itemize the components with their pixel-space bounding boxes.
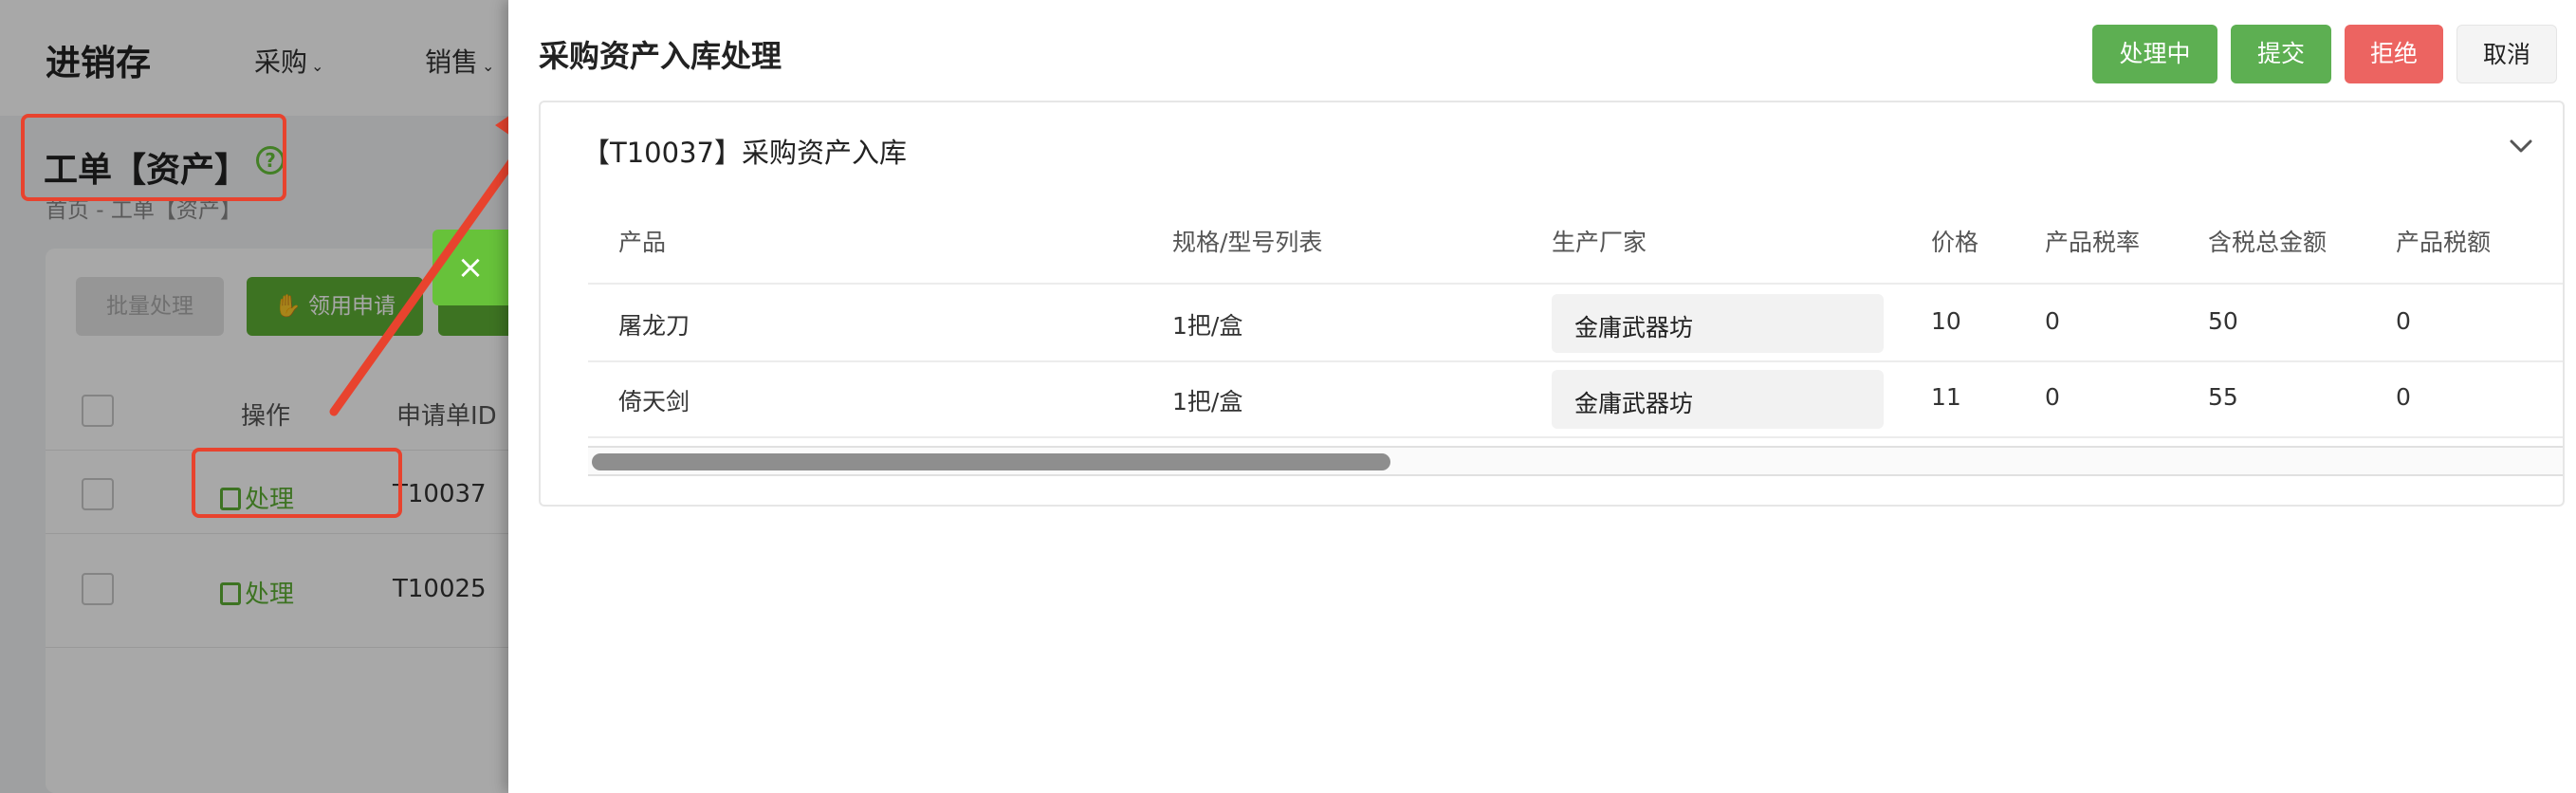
cell-price: 11 (1931, 383, 1961, 411)
drawer-title: 采购资产入库处理 (539, 38, 782, 74)
cell-tax: 0 (2396, 383, 2411, 411)
cell-price: 10 (1931, 307, 1961, 335)
column-price: 价格 (1931, 229, 1979, 256)
cell-spec: 1把/盒 (1172, 312, 1243, 340)
cell-total: 55 (2208, 383, 2238, 411)
cell-tax-rate: 0 (2045, 307, 2060, 335)
cell-product: 倚天剑 (618, 388, 690, 415)
submit-button[interactable]: 提交 (2231, 25, 2331, 83)
column-product: 产品 (618, 229, 667, 256)
horizontal-scrollbar[interactable] (588, 446, 2563, 476)
column-maker: 生产厂家 (1552, 229, 1647, 256)
column-total: 含税总金额 (2208, 229, 2328, 256)
process-drawer: 采购资产入库处理 处理中 提交 拒绝 取消 【T10037】采购资产入库 产品 … (508, 0, 2576, 793)
cell-tax: 0 (2396, 307, 2411, 335)
panel-title: 【T10037】采购资产入库 (582, 137, 907, 169)
cancel-button[interactable]: 取消 (2456, 25, 2557, 83)
maker-field: 金庸武器坊 (1552, 294, 1884, 353)
cell-spec: 1把/盒 (1172, 388, 1243, 415)
order-panel: 【T10037】采购资产入库 产品 规格/型号列表 生产厂家 价格 产品税率 含… (539, 101, 2565, 507)
maker-field: 金庸武器坊 (1552, 370, 1884, 429)
cell-total: 50 (2208, 307, 2238, 335)
column-tax-rate: 产品税率 (2045, 229, 2141, 256)
column-spec: 规格/型号列表 (1172, 229, 1323, 256)
column-tax: 产品税额 (2396, 229, 2492, 256)
scrollbar-thumb[interactable] (592, 453, 1390, 470)
reject-button[interactable]: 拒绝 (2345, 25, 2443, 83)
cell-tax-rate: 0 (2045, 383, 2060, 411)
processing-button[interactable]: 处理中 (2092, 25, 2217, 83)
chevron-down-icon[interactable] (2504, 129, 2538, 163)
cell-product: 屠龙刀 (618, 312, 690, 340)
